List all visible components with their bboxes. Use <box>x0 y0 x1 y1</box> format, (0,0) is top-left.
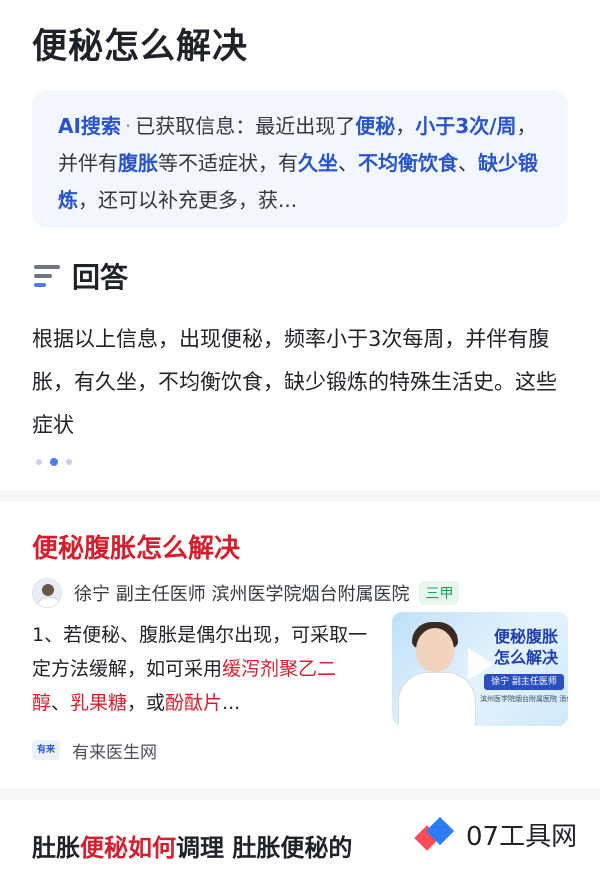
title-segment: 便秘如何 <box>80 834 176 862</box>
search-result-card[interactable]: 便秘腹胀怎么解决 徐宁 副主任医师 滨州医学院烟台附属医院 三甲 1、若便秘、腹… <box>0 502 600 788</box>
ai-summary-segment: 腹胀 <box>118 151 158 175</box>
ai-summary-segment: 不均衡饮食 <box>358 151 458 175</box>
ai-summary-segment: 久坐 <box>298 151 338 175</box>
site-watermark: 07工具网 <box>402 800 600 869</box>
page-title: 便秘怎么解决 <box>32 27 249 67</box>
source-name[interactable]: 有来医生网 <box>72 738 157 763</box>
result-source[interactable]: 有来 有来医生网 <box>32 736 157 764</box>
ai-summary-segment: 等不适症状，有 <box>158 151 298 175</box>
carousel-dot-active[interactable] <box>50 458 58 466</box>
carousel-indicator[interactable] <box>36 458 80 466</box>
ai-summary-segment: 、 <box>458 151 478 175</box>
snippet-segment: 酚酞片 <box>165 692 223 714</box>
doctor-avatar <box>32 578 62 608</box>
answer-text: 根据以上信息，出现便秘，频率小于3次每周，并伴有腹胀，有久坐，不均衡饮食，缺少锻… <box>32 327 557 437</box>
watermark-text: 07工具网 <box>466 822 578 852</box>
result-snippet: 1、若便秘、腹胀是偶尔出现，可采取一定方法缓解，如可采用缓泻剂聚乙二醇、乳果糖，… <box>32 618 372 720</box>
watermark-logo-icon <box>414 815 455 855</box>
snippet-segment: ... <box>222 692 241 714</box>
separator-dot: · <box>124 114 132 138</box>
next-result-title[interactable]: 肚胀便秘如何调理 肚胀便秘的 <box>32 828 352 863</box>
video-title: 便秘腹胀怎么解决 <box>493 627 558 667</box>
answer-heading-label: 回答 <box>72 261 129 294</box>
doctor-coat <box>398 672 476 726</box>
ai-search-label: AI搜索 <box>58 114 121 138</box>
carousel-dot[interactable] <box>66 459 72 465</box>
ai-summary-segment: 便秘 <box>355 114 396 138</box>
ai-search-summary[interactable]: AI搜索 · 已获取信息：最近出现了便秘，小于3次/周，并伴有腹胀等不适症状，有久坐… <box>32 90 568 228</box>
answer-lines-icon <box>34 264 60 288</box>
result-title-link[interactable]: 便秘腹胀怎么解决 <box>32 528 240 565</box>
ai-summary-segment: 、 <box>338 151 358 175</box>
title-segment: 调理 肚胀便秘的 <box>176 834 353 862</box>
hospital-grade-badge: 三甲 <box>419 581 460 605</box>
video-doctor-tag: 徐宁 副主任医师 <box>484 674 564 690</box>
snippet-segment: 乳果糖 <box>70 692 128 714</box>
ai-summary-segment: ，还可以补充更多，获... <box>78 188 298 212</box>
ai-summary-text: AI搜索 · 已获取信息：最近出现了便秘，小于3次/周，并伴有腹胀等不适症状，有久坐… <box>58 108 542 219</box>
doctor-name-title: 徐宁 副主任医师 滨州医学院烟台附属医院 <box>74 584 410 605</box>
doctor-face <box>416 628 454 672</box>
snippet-segment: ，或 <box>127 692 166 714</box>
ai-answer-card: 便秘怎么解决 AI搜索 · 已获取信息：最近出现了便秘，小于3次/周，并伴有腹胀等不… <box>0 0 600 490</box>
ai-summary-segment: ， <box>395 114 416 138</box>
ai-summary-segment: 小于3次/周 <box>415 114 517 138</box>
video-thumbnail[interactable]: 便秘腹胀怎么解决 徐宁 副主任医师 滨州医学院烟台附属医院 消化 <box>392 612 568 726</box>
title-segment: 肚胀 <box>32 834 80 862</box>
snippet-segment: 、 <box>51 692 71 714</box>
ai-summary-segment: 已获取信息：最近出现了 <box>135 114 356 138</box>
video-hospital: 滨州医学院烟台附属医院 消化 <box>480 695 568 703</box>
answer-heading: 回答 <box>34 256 128 296</box>
source-logo-icon: 有来 <box>32 740 60 760</box>
doctor-info: 徐宁 副主任医师 滨州医学院烟台附属医院 三甲 <box>32 576 460 610</box>
carousel-dot[interactable] <box>36 459 42 465</box>
